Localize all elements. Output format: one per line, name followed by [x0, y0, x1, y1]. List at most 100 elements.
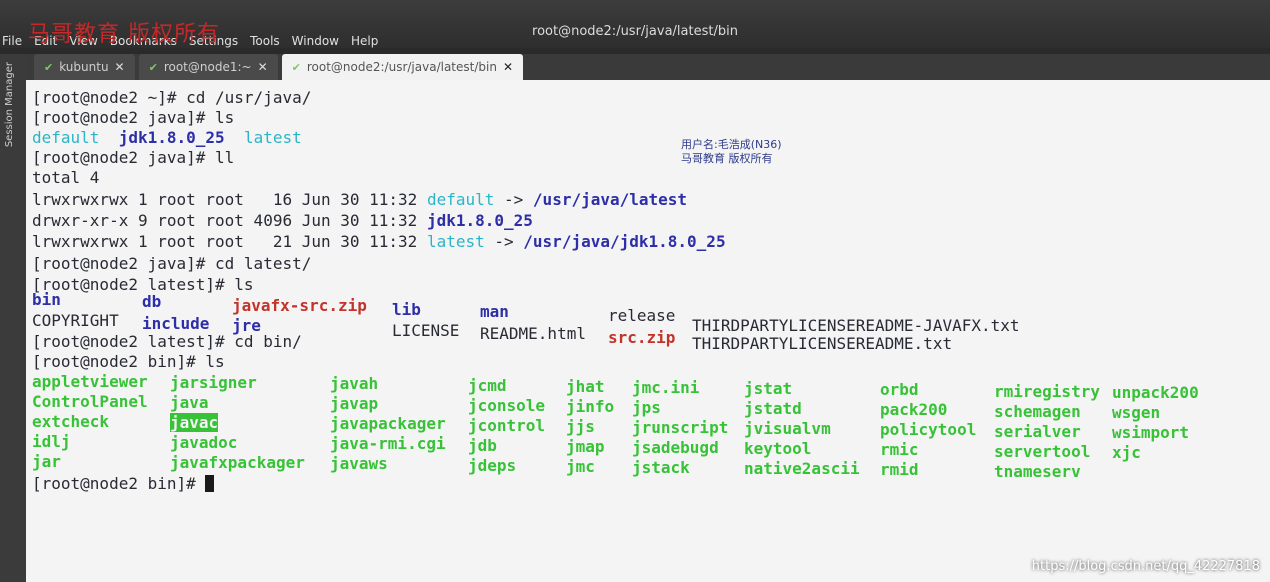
bin-entry: pack200	[880, 400, 948, 420]
bin-entry: javafxpackager	[170, 453, 305, 473]
tab-bar: ✔ kubuntu ✕ ✔ root@node1:~ ✕ ✔ root@node…	[26, 54, 1270, 80]
text-cursor	[205, 475, 215, 492]
terminal-line: [root@node2 latest]# cd bin/	[32, 332, 302, 351]
bin-entry: servertool	[994, 441, 1091, 461]
menu-tools[interactable]: Tools	[250, 34, 280, 52]
bin-entry: native2ascii	[744, 459, 860, 479]
ls-entry: default	[32, 128, 100, 147]
close-icon[interactable]: ✕	[115, 60, 125, 74]
tab-node2[interactable]: ✔ root@node2:/usr/java/latest/bin ✕	[281, 54, 523, 80]
ls-entry: jdk1.8.0_25	[118, 128, 225, 147]
bin-entry: unpack200	[1112, 382, 1199, 402]
ll-prefix: drwxr-xr-x 9 root root 4096 Jun 30 11:32	[32, 211, 427, 230]
ls-entry: bin	[32, 290, 61, 309]
bin-entry: java	[170, 393, 209, 413]
bin-entry: jcontrol	[468, 415, 546, 435]
ll-name: latest	[426, 232, 485, 251]
bin-entry: rmiregistry	[994, 381, 1100, 401]
bin-entry: jdb	[468, 435, 497, 455]
bin-entry: jhat	[566, 376, 605, 396]
tab-label: root@node2:/usr/java/latest/bin	[306, 60, 497, 74]
check-icon: ✔	[148, 60, 158, 74]
ll-arrow: ->	[484, 232, 524, 251]
terminal-output[interactable]: [root@node2 ~]# cd /usr/java/ [root@node…	[26, 80, 1270, 582]
menu-window[interactable]: Window	[292, 34, 339, 52]
ls-entry: THIRDPARTYLICENSEREADME.txt	[692, 334, 953, 353]
ll-prefix: lrwxrwxrwx 1 root root 16 Jun 30 11:32	[32, 190, 427, 209]
menu-file[interactable]: File	[2, 34, 22, 52]
tab-label: root@node1:~	[163, 60, 252, 74]
bin-entry: jar	[32, 452, 61, 471]
close-icon[interactable]: ✕	[503, 60, 513, 74]
bin-entry: jvisualvm	[744, 419, 831, 439]
terminal-line: drwxr-xr-x 9 root root 4096 Jun 30 11:32…	[32, 211, 533, 231]
bin-entry: jstatd	[744, 399, 802, 419]
bin-entry: javah	[330, 374, 379, 394]
bin-entry: jinfo	[566, 396, 615, 416]
bin-entry: javac	[170, 413, 219, 433]
bin-entry: jarsigner	[170, 373, 257, 393]
bin-entry: rmid	[880, 460, 919, 480]
tab-kubuntu[interactable]: ✔ kubuntu ✕	[34, 54, 135, 80]
session-manager-label: Session Manager	[4, 62, 15, 148]
terminal-line: [root@node2 ~]# cd /usr/java/	[32, 88, 312, 107]
ll-target: /usr/java/latest	[532, 190, 688, 209]
bin-entry: serialver	[994, 421, 1081, 441]
menu-help[interactable]: Help	[351, 34, 378, 52]
bin-entry: idlj	[32, 432, 71, 451]
watermark-user-line: 用户名:毛浩成(N36)	[681, 138, 782, 151]
tab-node1[interactable]: ✔ root@node1:~ ✕	[138, 54, 278, 80]
ls-entry: lib	[392, 300, 421, 319]
bin-entry: java-rmi.cgi	[330, 434, 446, 454]
terminal-line: [root@node2 java]# cd latest/	[32, 254, 312, 273]
check-icon: ✔	[291, 60, 301, 74]
bin-entry: jrunscript	[632, 418, 729, 437]
terminal-line: [root@node2 bin]#	[32, 474, 215, 494]
bin-entry: jjs	[566, 416, 595, 436]
close-icon[interactable]: ✕	[258, 60, 268, 74]
terminal-line: lrwxrwxrwx 1 root root 16 Jun 30 11:32 d…	[32, 190, 687, 210]
bin-entry: orbd	[880, 380, 919, 400]
bin-entry: jps	[632, 398, 661, 417]
watermark-user-line: 马哥教育 版权所有	[681, 152, 773, 165]
terminal-line: lrwxrwxrwx 1 root root 21 Jun 30 11:32 l…	[32, 232, 726, 252]
bin-entry: jmc.ini	[632, 378, 700, 397]
bin-entry: jconsole	[468, 395, 546, 415]
tab-label: kubuntu	[59, 60, 109, 74]
bin-entry: schemagen	[994, 401, 1081, 421]
ll-name: jdk1.8.0_25	[426, 211, 533, 230]
bin-entry: ControlPanel	[32, 392, 148, 411]
bin-entry: xjc	[1112, 442, 1141, 462]
ls-entry: db	[142, 292, 162, 311]
bin-entry: tnameserv	[994, 461, 1081, 481]
title-bar: root@node2:/usr/java/latest/bin File Edi…	[0, 0, 1270, 48]
ls-entry: README.html	[480, 324, 586, 343]
terminal-line: [root@node2 java]# ll	[32, 148, 235, 167]
ls-entry: latest	[243, 128, 302, 147]
ls-entry: release	[608, 306, 676, 325]
bin-entry: jmap	[566, 436, 605, 456]
user-watermark: 用户名:毛浩成(N36) 马哥教育 版权所有	[681, 138, 782, 166]
ll-prefix: lrwxrwxrwx 1 root root 21 Jun 30 11:32	[32, 232, 427, 251]
terminal-line: [root@node2 bin]# ls	[32, 352, 225, 371]
bin-entry: jmc	[566, 456, 595, 476]
bin-entry: javapackager	[330, 414, 446, 434]
ll-name: default	[426, 190, 495, 209]
ls-entry: LICENSE	[392, 321, 460, 340]
bin-entry: wsgen	[1112, 402, 1161, 422]
ls-entry: javafx-src.zip	[232, 296, 367, 315]
session-manager-panel[interactable]: Session Manager	[0, 54, 26, 582]
bin-entry: rmic	[880, 440, 919, 460]
terminal-line: default jdk1.8.0_25 latest	[32, 128, 302, 148]
terminal-line: [root@node2 java]# ls	[32, 108, 235, 127]
terminal-line: total 4	[32, 168, 100, 187]
bin-entry: keytool	[744, 439, 812, 459]
ls-entry: COPYRIGHT	[32, 311, 119, 330]
csdn-watermark: https://blog.csdn.net/qq_42227818	[1031, 559, 1260, 574]
bin-entry: appletviewer	[32, 372, 148, 391]
ls-entry: include	[142, 314, 210, 333]
prompt: [root@node2 bin]#	[32, 474, 206, 493]
ls-entry: src.zip	[608, 328, 676, 347]
bin-entry: policytool	[880, 420, 977, 440]
bin-entry: jsadebugd	[632, 438, 719, 457]
